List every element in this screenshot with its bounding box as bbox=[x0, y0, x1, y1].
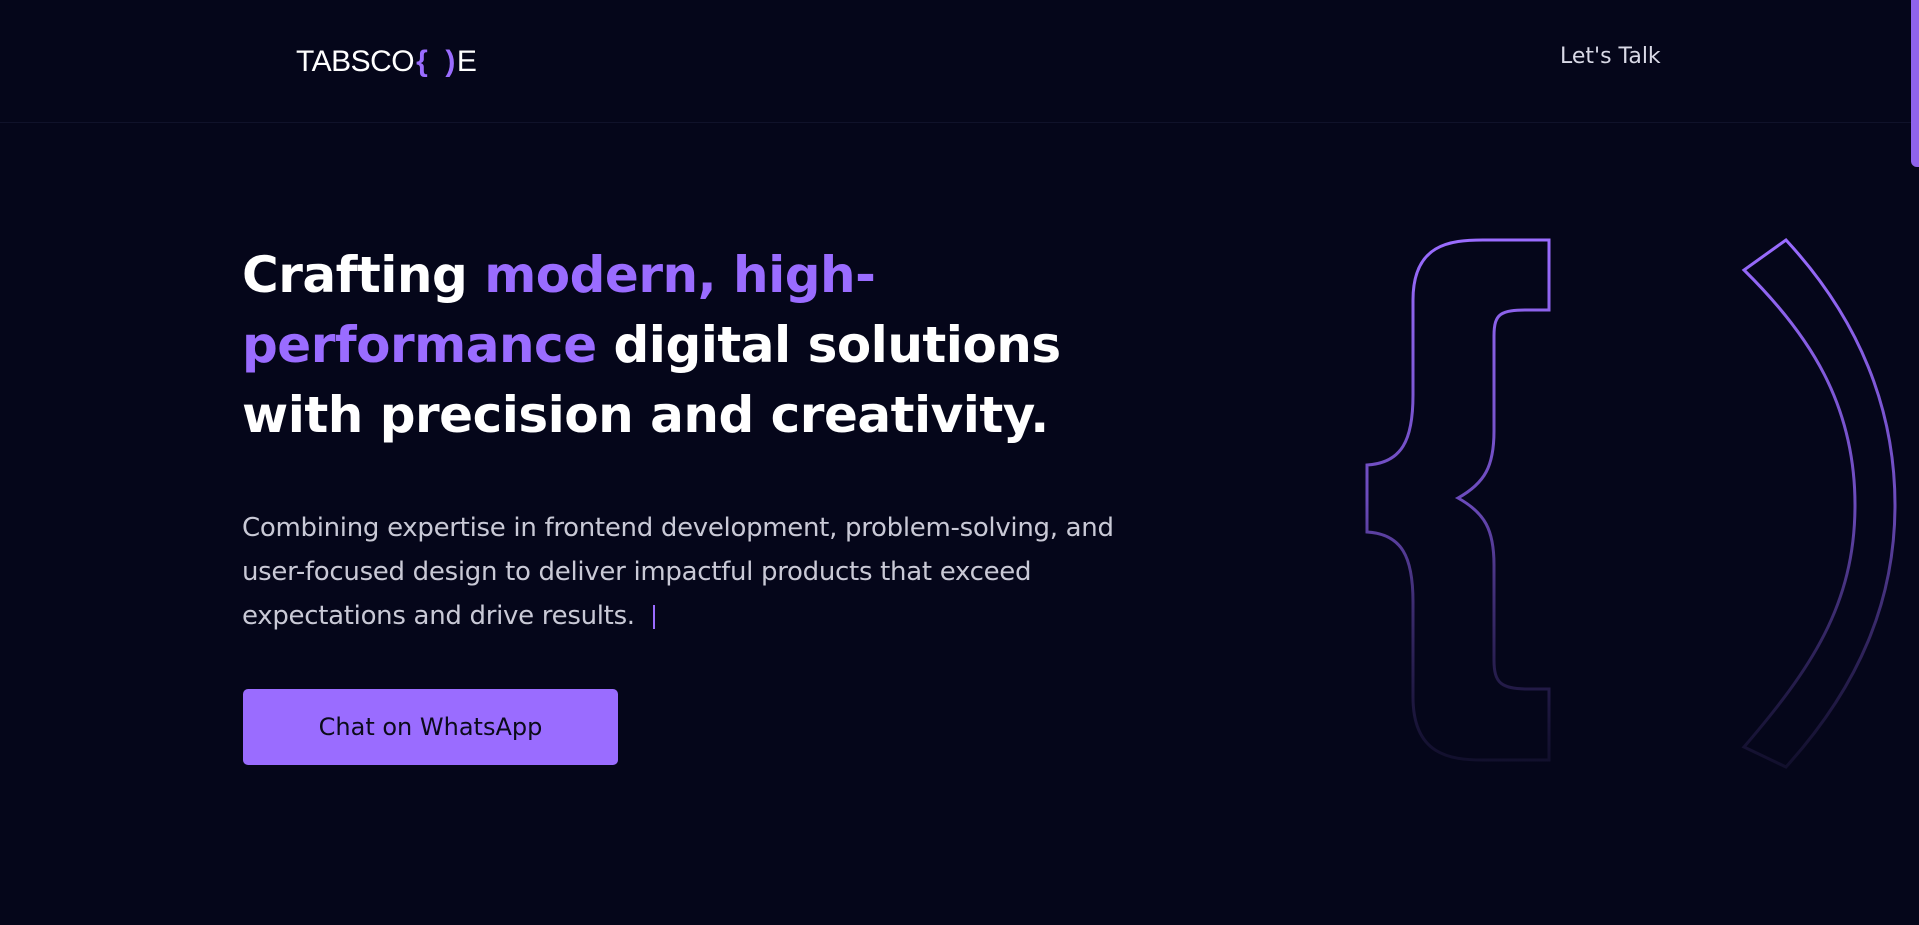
code-brackets-decoration bbox=[1365, 238, 1897, 769]
site-header: TABSCO { ) E Let's Talk bbox=[0, 0, 1919, 123]
scrollbar-thumb[interactable] bbox=[1911, 0, 1919, 167]
curly-brace-outline-icon bbox=[1365, 238, 1551, 762]
logo-text-end: E bbox=[456, 45, 477, 78]
typing-cursor bbox=[652, 604, 655, 629]
hero-description-text: Combining expertise in frontend developm… bbox=[242, 513, 1114, 631]
logo-brace-open: { bbox=[416, 45, 428, 78]
chat-whatsapp-button[interactable]: Chat on WhatsApp bbox=[243, 689, 618, 765]
logo[interactable]: TABSCO { ) E bbox=[296, 45, 477, 79]
logo-brace-close: ) bbox=[445, 45, 455, 78]
lets-talk-link[interactable]: Let's Talk bbox=[1560, 44, 1661, 69]
hero-description: Combining expertise in frontend developm… bbox=[242, 506, 1142, 638]
landing-page: TABSCO { ) E Let's Talk Crafting modern,… bbox=[0, 0, 1919, 925]
hero-title: Crafting modern, high-performance digita… bbox=[242, 240, 1162, 450]
paren-outline-icon bbox=[1741, 238, 1897, 769]
logo-text-start: TABSCO bbox=[296, 45, 415, 78]
hero-title-start: Crafting bbox=[242, 246, 485, 304]
